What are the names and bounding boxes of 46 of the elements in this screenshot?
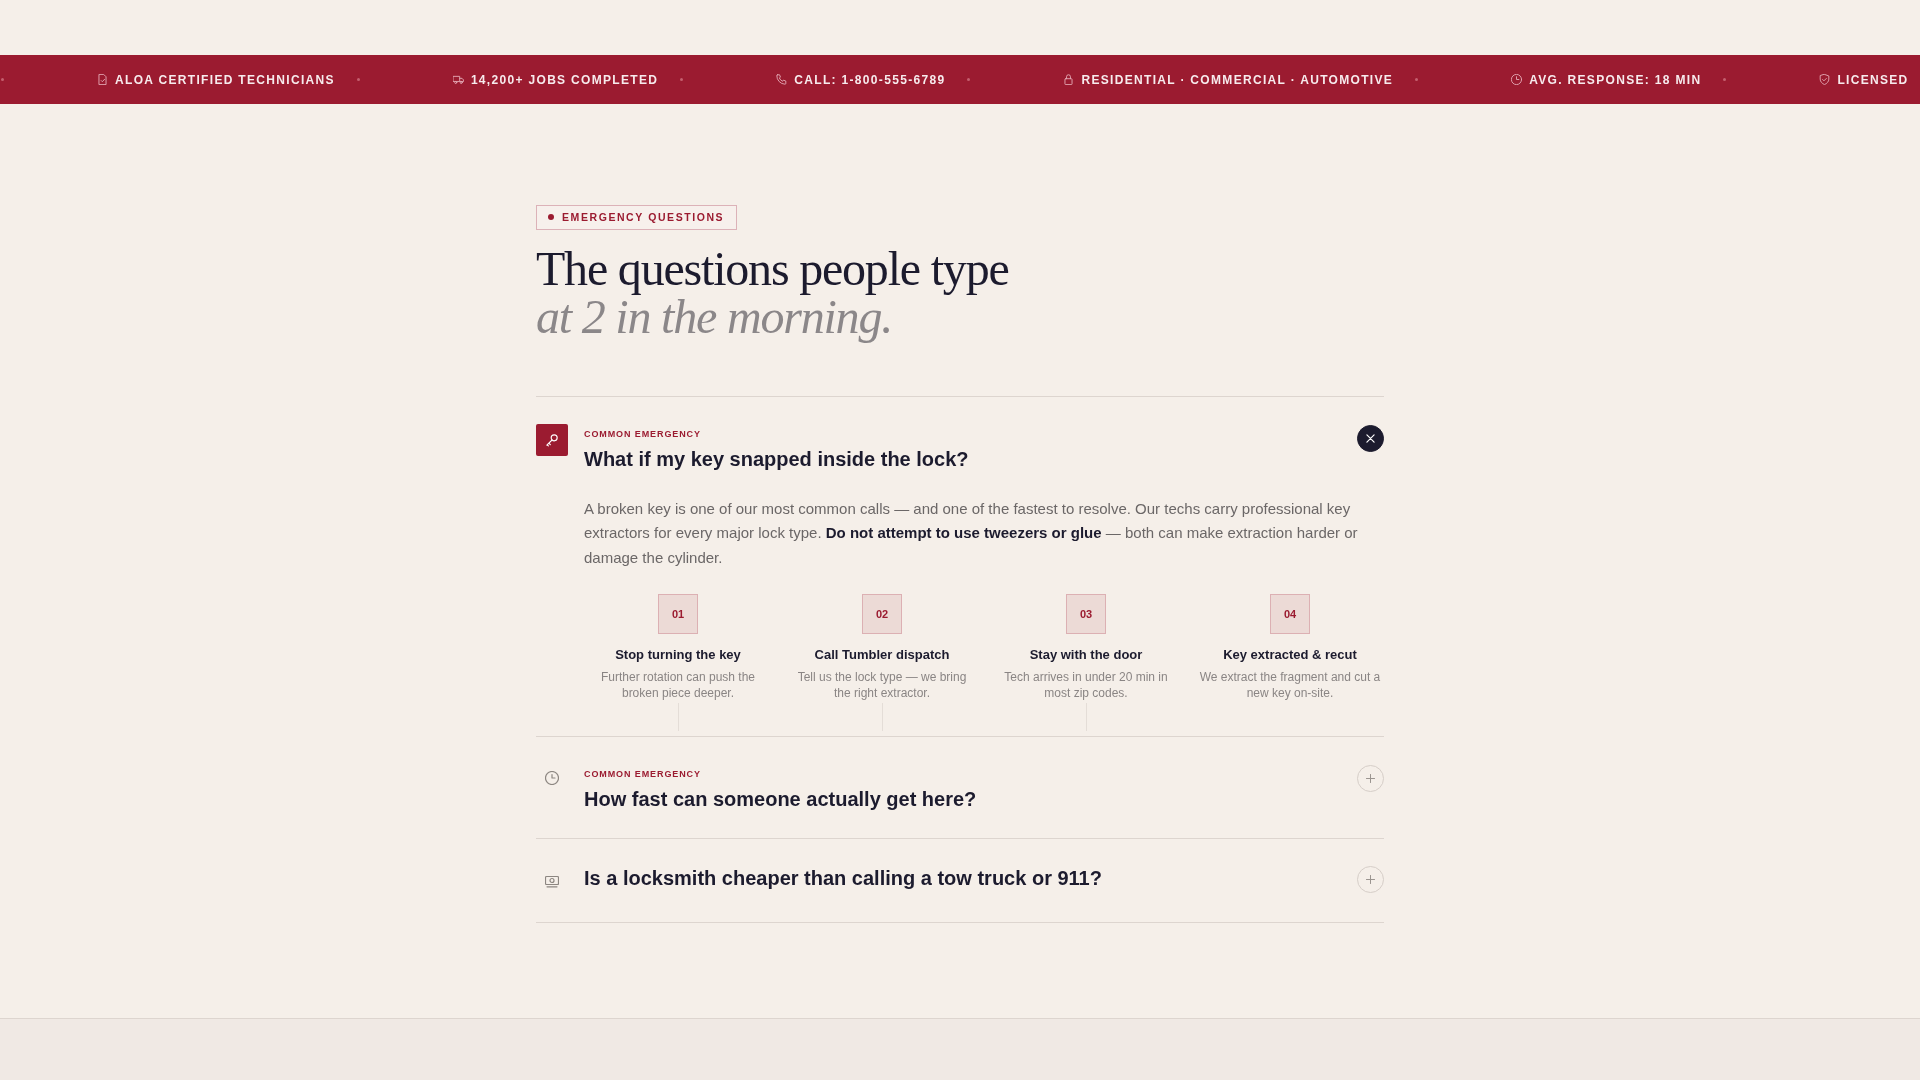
question-title: What if my key snapped inside the lock? [584, 446, 969, 472]
step-number: 02 [862, 594, 902, 634]
collapse-button[interactable] [1357, 424, 1384, 452]
dot-icon [680, 78, 684, 81]
step-description: Tech arrives in under 20 min in most zip codes. [1003, 670, 1169, 701]
step-number: 04 [1270, 594, 1310, 634]
section-tag-label: EMERGENCY QUESTIONS [562, 211, 725, 223]
ticker-text: LICENSED [1837, 73, 1909, 86]
step-number: 01 [658, 594, 698, 634]
document-check-icon [97, 74, 108, 85]
truck-icon [452, 74, 464, 85]
question-title: Is a locksmith cheaper than calling a tow truck or 911? [584, 866, 1102, 891]
dot-icon [548, 214, 554, 220]
lock-icon [1063, 74, 1075, 85]
close-icon [1366, 433, 1375, 443]
step-title: Stop turning the key [615, 646, 741, 664]
step-description: We extract the fragment and cut a new key on-site. [1198, 670, 1382, 701]
ticker-text: RESIDENTIAL · COMMERCIAL · AUTOMOTIVE [1081, 73, 1394, 86]
step-description: Further rotation can push the broken piece deeper. [599, 670, 757, 701]
dot-icon [967, 78, 971, 81]
dot-icon [356, 78, 360, 81]
step-title: Call Tumbler dispatch [814, 646, 950, 664]
plus-icon [1366, 875, 1375, 884]
step-description: Tell us the lock type — we bring the right extractor. [796, 670, 968, 701]
dot-icon [1415, 78, 1419, 81]
clock-icon [1511, 74, 1523, 85]
ticker-text: 14,200+ JOBS COMPLETED [470, 73, 659, 86]
category-label: COMMON EMERGENCY [584, 427, 701, 440]
banknote-icon [545, 874, 559, 888]
phone-icon [776, 74, 788, 85]
dot-icon [1, 78, 4, 81]
answer-text: A broken key is one of our most common calls — and one of the fastest to resolve. Our techs carry professional key extractors for every major lock type. Do not attempt to use tweezers or glue — both can make extraction harder or damage the cylinder. [584, 498, 1359, 568]
step-title: Stay with the door [1029, 646, 1143, 664]
key-icon [536, 423, 568, 456]
plus-icon [1366, 774, 1375, 783]
dot-icon [1723, 78, 1727, 81]
clock-icon [545, 771, 559, 785]
shield-check-icon [1819, 74, 1831, 85]
ticker-text: ALOA CERTIFIED TECHNICIANS [115, 73, 335, 86]
category-label: COMMON EMERGENCY [584, 768, 701, 780]
ticker-text: CALL: 1-800-555-6789 [794, 73, 946, 86]
step-number: 03 [1066, 594, 1106, 634]
section-heading: The questions people type at 2 in the morning. [536, 244, 1010, 341]
question-title: How fast can someone actually get here? [584, 787, 977, 812]
ticker-text: AVG. RESPONSE: 18 MIN [1529, 73, 1702, 86]
step-title: Key extracted & recut [1223, 646, 1357, 664]
